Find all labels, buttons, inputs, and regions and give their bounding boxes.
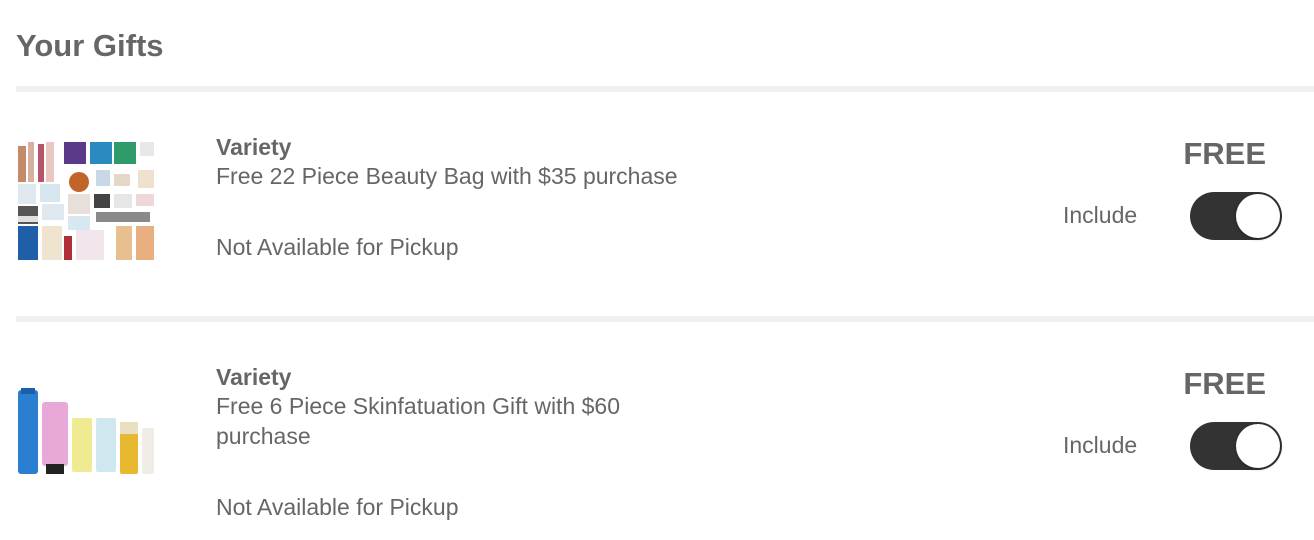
include-toggle[interactable]	[1190, 192, 1282, 240]
gift-image-beauty-bag	[18, 142, 154, 260]
toggle-knob	[1236, 194, 1280, 238]
pickup-availability: Not Available for Pickup	[216, 494, 459, 520]
gift-brand: Variety	[216, 364, 292, 390]
gift-name: Free 22 Piece Beauty Bag with $35 purcha…	[216, 163, 678, 189]
gift-brand: Variety	[216, 134, 292, 160]
toggle-knob	[1236, 424, 1280, 468]
gift-price: FREE	[1183, 136, 1266, 171]
gift-image-skinfatuation	[18, 388, 154, 474]
include-label: Include	[1063, 202, 1138, 228]
include-toggle[interactable]	[1190, 422, 1282, 470]
page-title: Your Gifts	[16, 28, 164, 63]
gift-name: Free 6 Piece Skinfatuation Gift with $60…	[216, 393, 620, 449]
section-divider	[16, 316, 1314, 322]
gift-price: FREE	[1183, 366, 1266, 401]
include-label: Include	[1063, 432, 1138, 458]
pickup-availability: Not Available for Pickup	[216, 234, 459, 260]
section-divider	[16, 86, 1314, 92]
